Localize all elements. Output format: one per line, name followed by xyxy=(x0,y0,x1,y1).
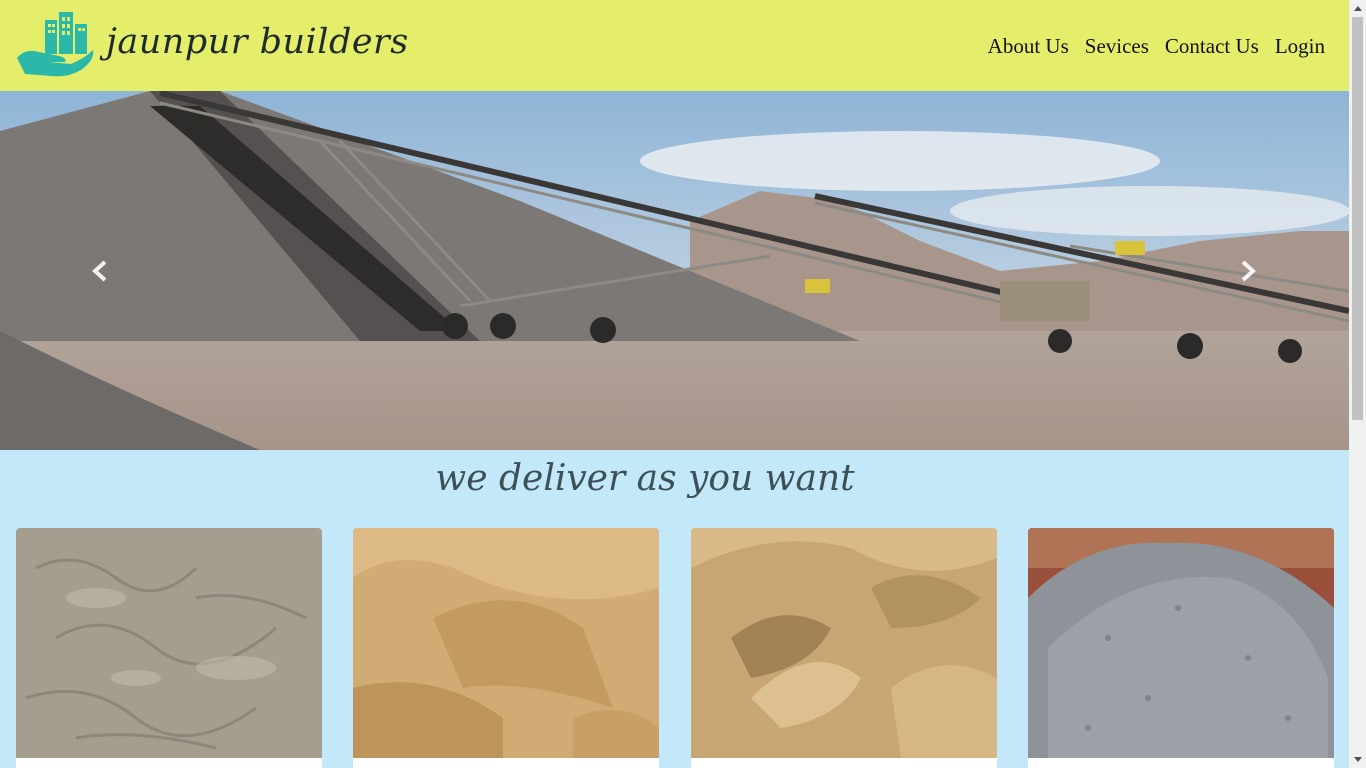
nav-services[interactable]: Sevices xyxy=(1085,34,1149,59)
yellow-sand-image xyxy=(353,528,659,758)
product-card-gravel[interactable] xyxy=(1028,528,1334,768)
hand-buildings-icon[interactable] xyxy=(15,12,95,78)
carousel-next-button[interactable] xyxy=(1228,251,1268,291)
main-nav: About Us Sevices Contact Us Login xyxy=(988,34,1325,59)
scroll-up-arrow-icon[interactable] xyxy=(1349,0,1366,17)
product-card-grey-sand[interactable] xyxy=(16,528,322,768)
nav-contact-us[interactable]: Contact Us xyxy=(1165,34,1259,59)
scroll-down-arrow-icon[interactable] xyxy=(1349,751,1366,768)
hero-carousel xyxy=(0,91,1349,450)
nav-login[interactable]: Login xyxy=(1275,34,1325,59)
chevron-left-icon xyxy=(92,260,107,282)
page-scrollbar[interactable] xyxy=(1349,0,1366,768)
top-navbar: jaunpur builders About Us Sevices Contac… xyxy=(0,0,1349,91)
gravel-image xyxy=(1028,528,1334,758)
fine-sand-image xyxy=(691,528,997,758)
product-card-fine-sand[interactable] xyxy=(691,528,997,768)
product-cards xyxy=(16,528,1334,768)
brand-name[interactable]: jaunpur builders xyxy=(106,22,409,62)
carousel-prev-button[interactable] xyxy=(80,251,120,291)
product-card-yellow-sand[interactable] xyxy=(353,528,659,768)
scrollbar-thumb[interactable] xyxy=(1352,17,1363,420)
tagline-heading: we deliver as you want xyxy=(435,458,855,499)
nav-about-us[interactable]: About Us xyxy=(988,34,1069,59)
chevron-right-icon xyxy=(1241,260,1256,282)
conveyor-gravel-image xyxy=(0,91,1349,450)
grey-sand-image xyxy=(16,528,322,758)
